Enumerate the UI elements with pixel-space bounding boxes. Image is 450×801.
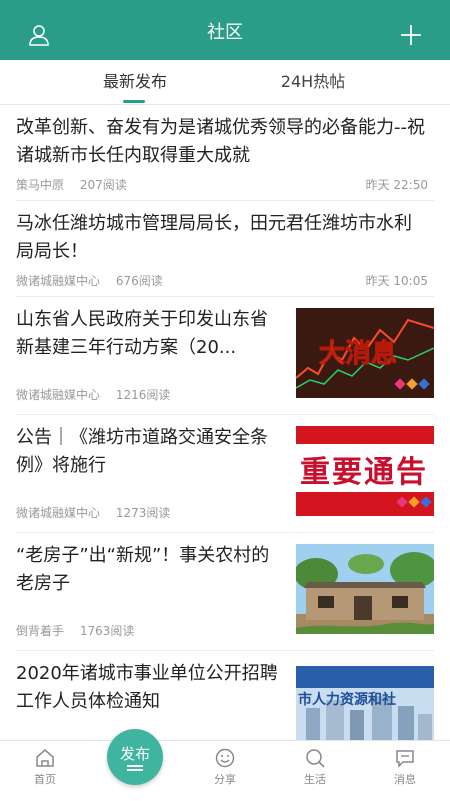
home-icon [36, 749, 54, 767]
nav-home-label: 首页 [34, 773, 56, 786]
list-item[interactable]: 2020年诸城市事业单位公开招聘工作人员体检通知 市人力资源和社 [16, 650, 434, 740]
post-time: 昨天 22:50 [365, 178, 428, 192]
nav-messages-label: 消息 [394, 773, 416, 786]
post-source: 倒背着手 [16, 624, 65, 638]
post-list: 改革创新、奋发有为是诸城优秀领导的必备能力--祝诸城新市长任内取得重大成就 策马… [0, 104, 450, 740]
nav-life-label: 生活 [304, 773, 326, 786]
post-thumbnail: 重要通告 [296, 426, 434, 516]
list-item[interactable]: “老房子”出“新规”！事关农村的老房子 倒背着手 1763阅读 [16, 532, 434, 651]
thumb-caption: 重要通告 [300, 455, 428, 490]
nav-share-label: 分享 [214, 773, 236, 786]
post-meta: 微诸城融媒中心 1216阅读 [16, 386, 182, 403]
post-thumbnail: 市人力资源和社 [296, 666, 434, 740]
plus-icon[interactable] [400, 24, 422, 46]
post-reads: 1763阅读 [79, 624, 135, 638]
post-title: 2020年诸城市事业单位公开招聘工作人员体检通知 [16, 663, 278, 712]
post-title: 改革创新、奋发有为是诸城优秀领导的必备能力--祝诸城新市长任内取得重大成就 [16, 117, 425, 166]
post-reads: 1216阅读 [115, 388, 171, 402]
publish-label: 发布 [119, 745, 150, 763]
page-title: 社区 [207, 22, 243, 43]
post-reads: 676阅读 [115, 274, 163, 288]
nav-messages[interactable]: 消息 [370, 747, 440, 787]
list-item[interactable]: 公告｜《潍坊市道路交通安全条例》将施行 微诸城融媒中心 1273阅读 重要通告 [16, 414, 434, 533]
post-meta: 微诸城融媒中心 676阅读 [16, 272, 175, 289]
post-thumbnail: 大消息 [296, 308, 434, 398]
active-tab-indicator [123, 100, 145, 103]
post-source: 微诸城融媒中心 [16, 506, 101, 520]
app-header: 社区 [0, 0, 450, 60]
bottom-nav: 首页 发布 分享 生活 消息 [0, 729, 450, 801]
tab-latest[interactable]: 最新发布 [80, 60, 190, 104]
smile-icon [215, 748, 235, 768]
list-item[interactable]: 改革创新、奋发有为是诸城优秀领导的必备能力--祝诸城新市长任内取得重大成就 策马… [16, 104, 434, 201]
post-meta: 微诸城融媒中心 1273阅读 [16, 504, 182, 521]
nav-home[interactable]: 首页 [10, 747, 80, 787]
post-source: 微诸城融媒中心 [16, 388, 101, 402]
post-reads: 207阅读 [79, 178, 127, 192]
post-meta: 倒背着手 1763阅读 [16, 622, 146, 639]
publish-button[interactable]: 发布 [107, 729, 163, 785]
search-icon [306, 749, 325, 768]
post-reads: 1273阅读 [115, 506, 171, 520]
thumb-caption: 大消息 [319, 338, 397, 369]
list-item[interactable]: 山东省人民政府关于印发山东省新基建三年行动方案（20... 微诸城融媒中心 12… [16, 296, 434, 415]
list-item[interactable]: 马冰任潍坊城市管理局局长，田元君任潍坊市水利局局长！ 微诸城融媒中心 676阅读… [16, 200, 434, 297]
menu-lines-icon [127, 769, 143, 771]
nav-share[interactable]: 分享 [190, 747, 260, 787]
post-source: 策马中原 [16, 178, 65, 192]
menu-lines-icon [127, 765, 143, 767]
post-meta: 策马中原 207阅读 [16, 176, 139, 193]
post-title: 公告｜《潍坊市道路交通安全条例》将施行 [16, 427, 268, 476]
post-source: 微诸城融媒中心 [16, 274, 101, 288]
post-title: 马冰任潍坊城市管理局局长，田元君任潍坊市水利局局长！ [16, 213, 412, 262]
thumb-caption: 市人力资源和社 [298, 691, 396, 708]
nav-life[interactable]: 生活 [280, 747, 350, 787]
tab-hot-24h[interactable]: 24H热帖 [258, 60, 368, 104]
post-thumbnail [296, 544, 434, 634]
post-title: “老房子”出“新规”！事关农村的老房子 [16, 545, 270, 594]
post-title: 山东省人民政府关于印发山东省新基建三年行动方案（20... [16, 309, 268, 358]
message-icon [396, 750, 414, 768]
tab-bar: 最新发布 24H热帖 [0, 60, 450, 105]
post-time: 昨天 10:05 [365, 274, 428, 288]
